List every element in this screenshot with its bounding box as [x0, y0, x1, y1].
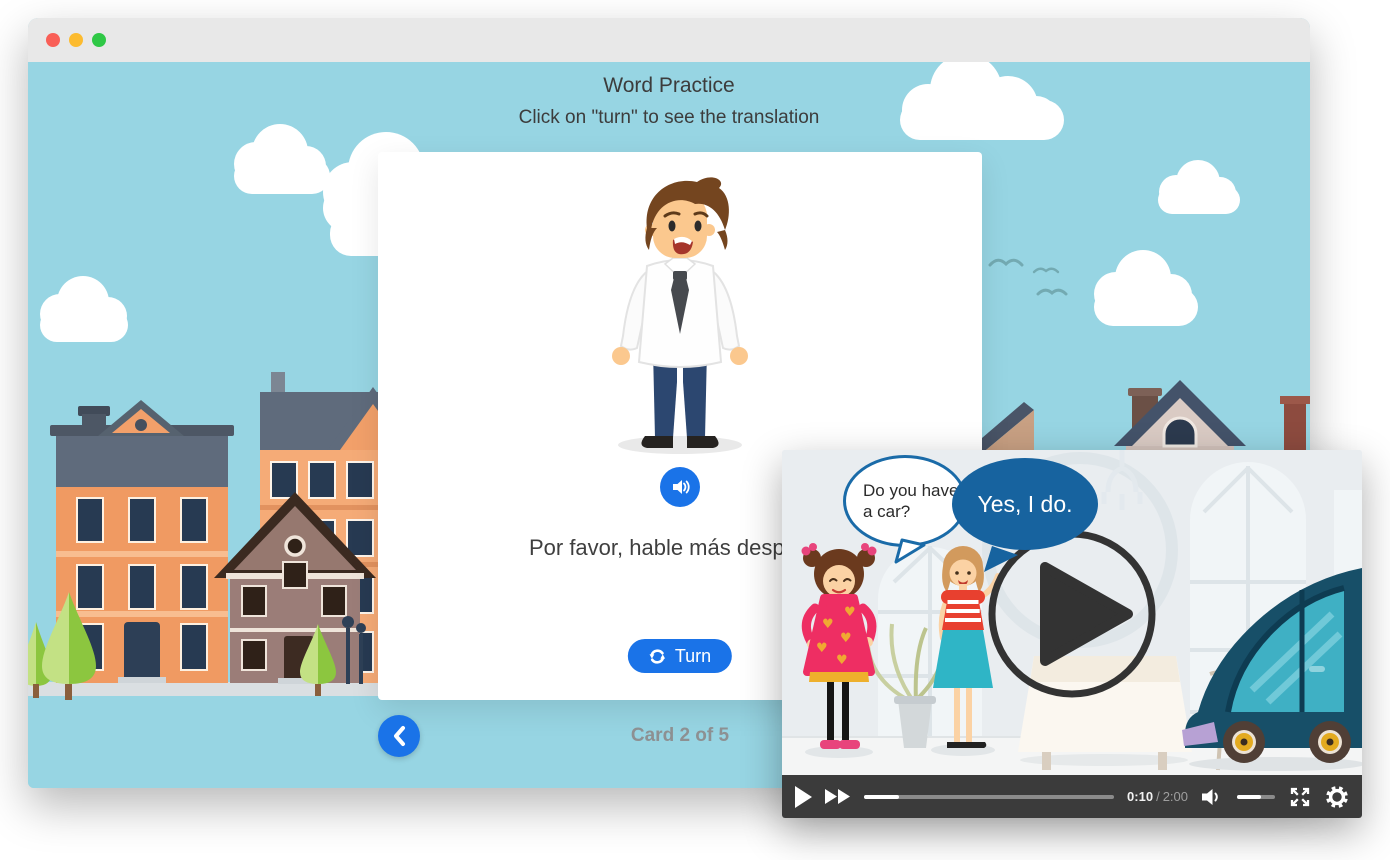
progress-fill — [864, 795, 899, 799]
video-scene: ♥ ♥ ♥ ♥ ♥ — [782, 450, 1362, 775]
volume-slider[interactable] — [1237, 795, 1275, 799]
turn-button[interactable]: Turn — [628, 639, 732, 673]
close-button[interactable] — [46, 33, 60, 47]
duration: 2:00 — [1163, 789, 1188, 804]
volume-fill — [1237, 795, 1261, 799]
speech-bubble-tail — [980, 544, 1018, 574]
svg-text:♥: ♥ — [816, 641, 828, 656]
fullscreen-button[interactable] — [1288, 785, 1312, 809]
settings-button[interactable] — [1325, 785, 1349, 809]
fast-forward-button[interactable] — [825, 789, 851, 804]
time-separator: / — [1156, 789, 1160, 804]
birds — [990, 260, 1066, 294]
turn-button-label: Turn — [675, 646, 711, 667]
page-title: Word Practice — [28, 74, 1310, 98]
screenshot-root: Word Practice Click on "turn" to see the… — [0, 0, 1390, 860]
cloud — [1094, 250, 1198, 326]
cloud — [40, 276, 128, 342]
settings-gear-icon — [1325, 785, 1349, 809]
svg-text:♥: ♥ — [822, 617, 834, 632]
house-right — [968, 380, 1310, 450]
window-titlebar — [28, 18, 1310, 62]
speech-bubble-answer: Yes, I do. — [952, 458, 1098, 550]
seek-bar[interactable] — [864, 795, 1114, 799]
cloud — [1158, 160, 1240, 214]
volume-button[interactable] — [1201, 788, 1224, 806]
cloud — [234, 124, 330, 194]
current-time: 0:10 — [1127, 789, 1153, 804]
turn-refresh-icon — [649, 648, 666, 665]
audio-button[interactable] — [660, 467, 700, 507]
fullscreen-icon — [1288, 785, 1312, 809]
svg-text:♥: ♥ — [836, 653, 848, 668]
svg-text:♥: ♥ — [840, 631, 852, 646]
video-controls-bar: 0:10/2:00 — [782, 775, 1362, 818]
speech-bubble-answer-text: Yes, I do. — [977, 491, 1072, 518]
page-subtitle: Click on "turn" to see the translation — [28, 107, 1310, 129]
speaker-icon — [670, 477, 690, 497]
cartoon-man-illustration — [585, 164, 775, 456]
play-button[interactable] — [795, 786, 812, 808]
play-icon — [795, 786, 812, 808]
speech-bubble-question: Do you have a car? — [843, 455, 967, 547]
speech-bubble-tail — [892, 538, 926, 564]
video-player: ♥ ♥ ♥ ♥ ♥ — [782, 450, 1362, 818]
zoom-button[interactable] — [92, 33, 106, 47]
minimize-button[interactable] — [69, 33, 83, 47]
svg-text:♥: ♥ — [844, 605, 856, 620]
time-display: 0:10/2:00 — [1127, 789, 1188, 804]
speech-bubble-question-text: Do you have a car? — [863, 480, 964, 523]
volume-icon — [1201, 788, 1224, 806]
fast-forward-icon — [825, 789, 851, 804]
